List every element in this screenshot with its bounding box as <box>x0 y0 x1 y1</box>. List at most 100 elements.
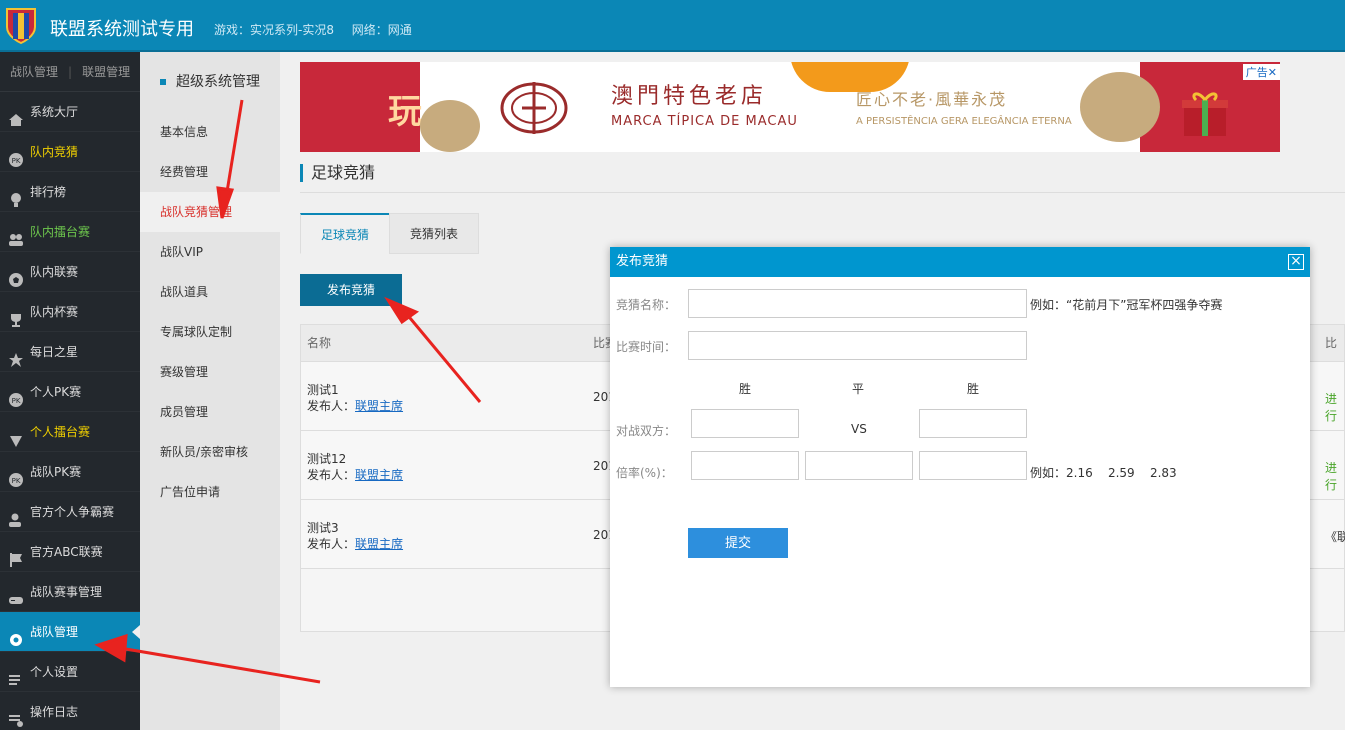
sidebar-item-label: 队内擂台赛 <box>30 224 91 239</box>
sidebar-item[interactable]: 战队管理 <box>0 612 140 652</box>
sidebar-item[interactable]: 战队赛事管理 <box>0 572 140 612</box>
users-icon <box>8 224 24 246</box>
publisher-label: 发布人： <box>307 537 356 551</box>
submenu-item[interactable]: 广告位申请 <box>140 472 280 512</box>
dialog-title: 发布竞猜 <box>616 254 669 269</box>
sidebar-item[interactable]: 官方ABC联赛 <box>0 532 140 572</box>
close-icon[interactable]: × <box>1288 254 1304 270</box>
submenu-title: 超级系统管理 <box>140 52 280 112</box>
submenu-item[interactable]: 经费管理 <box>140 152 280 192</box>
submenu-panel: 超级系统管理 基本信息 经费管理 战队竞猜管理 战队VIP 战队道具 专属球队定制 赛级管理… <box>140 52 280 730</box>
shop-name-cn: 澳門特色老店 <box>611 84 768 109</box>
gift-icon <box>1182 92 1228 136</box>
submenu-item[interactable]: 战队VIP <box>140 232 280 272</box>
slogan-pt: A PERSISTÊNCIA GERA ELEGÂNCIA ETERNA <box>856 116 1072 127</box>
sidebar-item-label: 队内竞猜 <box>30 144 79 159</box>
banner-left-text: 玩 <box>388 92 422 132</box>
row-status: 《联 <box>1325 530 1345 544</box>
submit-button[interactable]: 提交 <box>688 528 788 558</box>
ad-banner[interactable]: 玩 澳門特色老店 MARCA TÍPICA DE MACAU 匠心不老·風華永茂… <box>300 62 1280 152</box>
sidebar-item[interactable]: 队内擂台赛 <box>0 212 140 252</box>
sidebar-item-label: 系统大厅 <box>30 104 79 119</box>
sidebar-item-label: 每日之星 <box>30 344 79 359</box>
dialog-header: 发布竞猜 × <box>610 247 1310 277</box>
publisher-link[interactable]: 联盟主席 <box>355 537 403 551</box>
sidebar-item-label: 操作日志 <box>30 704 79 719</box>
submenu-title-text: 超级系统管理 <box>176 74 260 90</box>
publish-guess-button[interactable]: 发布竞猜 <box>300 274 402 306</box>
sidebar-item-label: 排行榜 <box>30 184 67 199</box>
tab-team-management[interactable]: 战队管理 <box>10 65 58 79</box>
submenu-item[interactable]: 赛级管理 <box>140 352 280 392</box>
row-name-cell: 测试12 发布人：联盟主席 <box>307 451 403 483</box>
tab-football-guess[interactable]: 足球竞猜 <box>300 213 391 254</box>
away-team-input[interactable] <box>919 409 1027 438</box>
guess-name-input[interactable] <box>688 289 1027 318</box>
slogan-cn: 匠心不老·風華永茂 <box>856 90 1008 109</box>
submenu-item[interactable]: 成员管理 <box>140 392 280 432</box>
app-title: 联盟系统测试专用 <box>50 19 194 40</box>
sidebar-item-label: 队内联赛 <box>30 264 79 279</box>
submenu-item[interactable]: 新队员/亲密审核 <box>140 432 280 472</box>
banner-right-graphic: 广告✕ <box>1080 62 1280 152</box>
submenu-item[interactable]: 基本信息 <box>140 112 280 152</box>
banner-left-graphic: 玩 <box>300 62 422 152</box>
guess-name-hint: 例如：“花前月下”冠军杯四强争夺赛 <box>1030 298 1223 312</box>
sidebar-item[interactable]: 每日之星 <box>0 332 140 372</box>
trophy-icon <box>8 184 24 207</box>
sidebar-item[interactable]: 官方个人争霸赛 <box>0 492 140 532</box>
odds-hint: 例如：2.16 2.59 2.83 <box>1030 466 1177 480</box>
col-away-win: 胜 <box>967 382 980 396</box>
sidebar-item[interactable]: PK 队内竞猜 <box>0 132 140 172</box>
submenu-item[interactable]: 战队道具 <box>140 272 280 312</box>
svg-text:PK: PK <box>12 157 21 165</box>
sidebar-item[interactable]: 个人擂台赛 <box>0 412 140 452</box>
sidebar-item-label: 战队管理 <box>30 624 79 639</box>
sidebar-item-label: 个人设置 <box>30 664 79 679</box>
submenu-item[interactable]: 战队竞猜管理 <box>140 192 280 232</box>
publisher-label: 发布人： <box>307 399 356 413</box>
row-name: 测试3 <box>307 521 339 535</box>
tab-league-management[interactable]: 联盟管理 <box>82 65 130 79</box>
header-name: 名称 <box>307 336 332 350</box>
ad-close-label[interactable]: 广告✕ <box>1242 64 1280 80</box>
sidebar-item-label: 队内杯赛 <box>30 304 79 319</box>
publish-guess-dialog: 发布竞猜 × 竞猜名称： 例如：“花前月下”冠军杯四强争夺赛 比赛时间： 胜 平… <box>610 247 1310 687</box>
log-icon <box>8 704 24 727</box>
sidebar-item-label: 个人擂台赛 <box>30 424 91 439</box>
sidebar-item-label: 官方个人争霸赛 <box>30 504 115 519</box>
network-info: 网络：网通 <box>351 23 412 37</box>
sidebar-item[interactable]: 排行榜 <box>0 172 140 212</box>
sidebar-item[interactable]: 队内联赛 <box>0 252 140 292</box>
col-draw: 平 <box>852 382 865 396</box>
pk-icon: PK <box>8 384 24 407</box>
svg-text:PK: PK <box>12 397 21 405</box>
submenu-item[interactable]: 专属球队定制 <box>140 312 280 352</box>
odds-draw-input[interactable] <box>805 451 913 480</box>
publisher-link[interactable]: 联盟主席 <box>355 399 403 413</box>
odds-lose-input[interactable] <box>919 451 1027 480</box>
sidebar-item[interactable]: 个人设置 <box>0 652 140 692</box>
sidebar-item[interactable]: PK 个人PK赛 <box>0 372 140 412</box>
sidebar-item[interactable]: PK 战队PK赛 <box>0 452 140 492</box>
home-team-input[interactable] <box>691 409 799 438</box>
match-time-input[interactable] <box>688 331 1027 360</box>
publisher-label: 发布人： <box>307 468 356 482</box>
sidebar-items: 系统大厅 PK 队内竞猜排行榜队内擂台赛队内联赛队内杯赛每日之星 PK 个人PK赛个人擂… <box>0 92 140 730</box>
flag-icon <box>8 544 24 567</box>
row-name-cell: 测试1 发布人：联盟主席 <box>307 382 403 414</box>
submenu-items: 基本信息 经费管理 战队竞猜管理 战队VIP 战队道具 专属球队定制 赛级管理 成员管理 新队员… <box>140 112 280 512</box>
football-icon <box>8 264 24 287</box>
publisher-link[interactable]: 联盟主席 <box>355 468 403 482</box>
row-status: 进行 <box>1325 461 1338 492</box>
sidebar-item[interactable]: 队内杯赛 <box>0 292 140 332</box>
game-info: 游戏：实况系列-实况8 <box>214 23 334 37</box>
row-name: 测试1 <box>307 383 339 397</box>
col-home-win: 胜 <box>739 382 752 396</box>
sidebar-item[interactable]: 系统大厅 <box>0 92 140 132</box>
match-time-label: 比赛时间： <box>616 340 677 354</box>
gear-icon <box>8 624 24 646</box>
tab-guess-list[interactable]: 竞猜列表 <box>389 213 480 254</box>
sidebar-item[interactable]: 操作日志 <box>0 692 140 730</box>
odds-win-input[interactable] <box>691 451 799 480</box>
